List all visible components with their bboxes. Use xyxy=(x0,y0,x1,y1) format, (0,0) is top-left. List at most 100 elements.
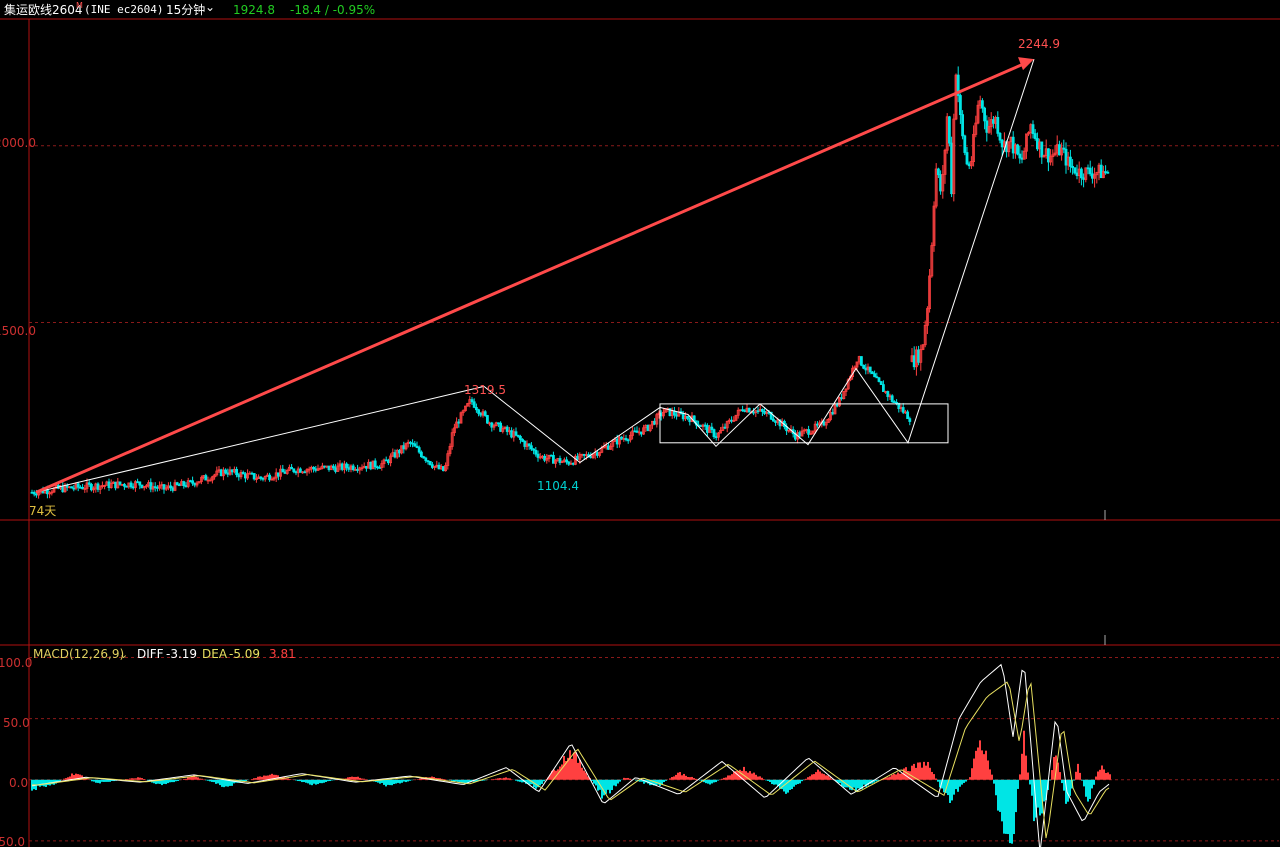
candle-body xyxy=(114,481,117,489)
candle-body xyxy=(835,404,839,407)
candle-body xyxy=(191,480,195,484)
candle-body xyxy=(510,430,514,438)
candle-body xyxy=(496,422,500,425)
candle-body xyxy=(107,481,111,488)
candle-body xyxy=(549,454,553,457)
candle-body xyxy=(807,429,810,435)
candle-body xyxy=(378,467,382,469)
arrow-head-icon xyxy=(1018,57,1034,71)
candle-body xyxy=(868,366,872,373)
candle-body xyxy=(615,438,619,445)
candle-body xyxy=(1069,156,1072,167)
symbol-name[interactable]: 集运欧线2604 xyxy=(4,0,83,20)
candle-body xyxy=(879,381,883,386)
annotation-mid-high: 1319.5 xyxy=(464,383,506,397)
candle-body xyxy=(428,460,432,466)
axis-label-1500: 1500.0 xyxy=(0,324,36,338)
candle-body xyxy=(364,465,368,469)
candle-body xyxy=(703,424,707,427)
candle-body xyxy=(582,453,586,456)
candle-body xyxy=(912,355,916,368)
candle-body xyxy=(596,452,599,456)
candle-body xyxy=(177,484,181,487)
macd-histogram xyxy=(31,730,1111,844)
candle-body xyxy=(138,481,142,486)
candle-body xyxy=(882,384,885,392)
candle-body xyxy=(747,407,751,413)
candle-body xyxy=(939,174,942,192)
period-selector[interactable]: 15分钟 xyxy=(166,0,205,20)
candle-body xyxy=(772,418,775,422)
candle-body xyxy=(334,467,338,472)
candle-body xyxy=(822,421,826,426)
macd-axis-label-50: 50.0 xyxy=(3,716,30,730)
candle-body xyxy=(961,114,964,137)
candle-body xyxy=(917,349,920,363)
candle-body xyxy=(393,452,397,458)
candle-body xyxy=(1099,164,1103,179)
candle-body xyxy=(96,483,100,490)
candle-body xyxy=(948,116,951,144)
chart-area[interactable]: 2000.0 1500.0 2244.9 1319.5 1104.4 74天 1… xyxy=(0,0,1280,847)
candle-body xyxy=(1106,171,1110,174)
candle-body xyxy=(61,486,65,493)
candle-body xyxy=(312,466,316,470)
candle-body xyxy=(761,409,764,412)
candle-body xyxy=(474,406,478,411)
candle-body xyxy=(1000,139,1004,148)
candle-body xyxy=(441,466,445,472)
candle-body xyxy=(241,471,245,475)
candle-body xyxy=(626,439,630,442)
candle-body xyxy=(1091,173,1094,179)
candle-body xyxy=(640,431,643,435)
candle-body xyxy=(635,430,639,433)
candle-body xyxy=(534,449,538,455)
candle-body xyxy=(519,436,522,440)
macd-dea-label: DEA xyxy=(202,647,228,661)
candle-body xyxy=(901,407,905,413)
candle-body xyxy=(276,472,280,477)
candle-body xyxy=(237,474,241,478)
candle-body xyxy=(224,469,228,474)
candle-body xyxy=(261,477,265,480)
candle-body xyxy=(965,152,969,165)
candle-body xyxy=(129,482,133,488)
candlestick-series xyxy=(30,66,1110,499)
macd-label[interactable]: MACD(12,26,9) xyxy=(33,647,124,661)
candle-body xyxy=(983,107,986,122)
candle-body xyxy=(756,410,760,413)
candle-body xyxy=(831,412,835,415)
chevron-down-icon[interactable]: ⌄ xyxy=(205,0,215,17)
candle-body xyxy=(862,364,865,369)
candle-body xyxy=(963,135,967,153)
candle-body xyxy=(571,462,575,465)
candle-body xyxy=(303,471,307,474)
chevron-down-icon[interactable]: ⌄ xyxy=(119,648,128,661)
candle-body xyxy=(589,456,593,459)
trend-lines xyxy=(35,57,1035,494)
candle-body xyxy=(386,459,390,464)
chart-header: 集运欧线2604 M (INE ec2604) 15分钟 ⌄ 1924.8 -1… xyxy=(0,0,1280,20)
candle-body xyxy=(437,464,441,470)
candle-body xyxy=(1047,148,1050,163)
candle-body xyxy=(149,482,153,490)
candle-body xyxy=(967,163,971,167)
candle-body xyxy=(624,438,628,441)
candle-body xyxy=(283,471,287,474)
candle-body xyxy=(250,472,254,475)
candle-body xyxy=(675,414,678,417)
candle-body xyxy=(714,436,718,438)
candle-body xyxy=(345,463,349,469)
candle-body xyxy=(182,481,186,486)
exchange-code: (INE ec2604) xyxy=(84,3,164,16)
candle-body xyxy=(1088,167,1092,175)
candle-body xyxy=(323,465,327,468)
candle-body xyxy=(411,442,415,445)
candle-body xyxy=(607,445,610,450)
candle-body xyxy=(875,376,879,379)
candle-body xyxy=(906,411,909,420)
candle-body xyxy=(886,391,890,397)
candle-body xyxy=(710,426,714,430)
candle-body xyxy=(523,440,527,447)
candle-body xyxy=(646,424,650,431)
